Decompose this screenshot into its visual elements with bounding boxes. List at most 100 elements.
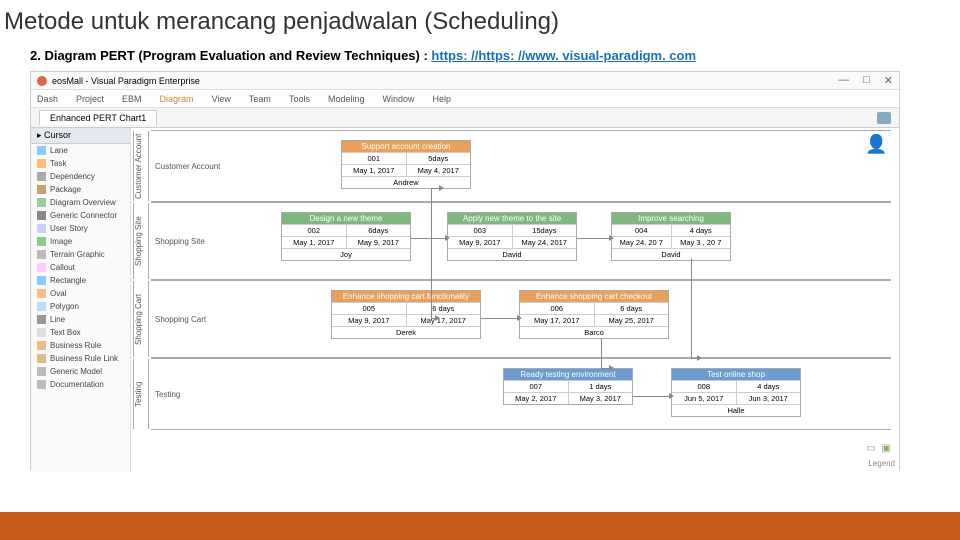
lane-title: Shopping Cart (155, 315, 206, 324)
menu-view[interactable]: View (212, 94, 231, 104)
tool-label: Documentation (50, 380, 104, 389)
fit-icon[interactable]: ▣ (882, 443, 891, 454)
node-start: May 24, 20 7 (612, 237, 672, 248)
tool-lane[interactable]: Lane (31, 144, 130, 157)
tool-task[interactable]: Task (31, 157, 130, 170)
tool-label: Lane (50, 146, 68, 155)
tool-label: Dependency (50, 172, 95, 181)
tool-image[interactable]: Image (31, 235, 130, 248)
node-id: 007 (504, 381, 569, 392)
slide-title: Metode untuk merancang penjadwalan (Sche… (0, 0, 960, 44)
pert-node-n6[interactable]: Enhance shopping cart checkout0066 daysM… (519, 290, 669, 339)
titlebar: eosMall - Visual Paradigm Enterprise — □… (31, 72, 899, 90)
menu-diagram[interactable]: Diagram (160, 94, 194, 104)
tool-generic-connector[interactable]: Generic Connector (31, 209, 130, 222)
tool-icon (37, 159, 46, 168)
node-owner: David (448, 249, 576, 260)
tool-icon (37, 211, 46, 220)
lane-title: Shopping Site (155, 237, 205, 246)
workarea: ▸ Cursor Lane Task Dependency PackageDiagra… (31, 128, 899, 472)
lane-title: Testing (155, 390, 180, 399)
tool-icon (37, 276, 46, 285)
menu-modeling[interactable]: Modeling (328, 94, 365, 104)
node-owner: Derek (332, 327, 480, 338)
tool-label: User Story (50, 224, 88, 233)
pert-node-n1[interactable]: Support account creation0015daysMay 1, 2… (341, 140, 471, 189)
node-id: 006 (520, 303, 595, 314)
pert-node-n4[interactable]: Improve searching0044 daysMay 24, 20 7Ma… (611, 212, 731, 261)
tool-label: Generic Model (50, 367, 102, 376)
tool-polygon[interactable]: Polygon (31, 300, 130, 313)
menu-help[interactable]: Help (433, 94, 452, 104)
node-header: Enhance shopping cart functionality (332, 291, 480, 302)
menu-tools[interactable]: Tools (289, 94, 310, 104)
tool-package[interactable]: Package (31, 183, 130, 196)
node-end: May 9, 2017 (347, 237, 411, 248)
minimize-icon[interactable]: — (838, 74, 849, 87)
tool-label: Text Box (50, 328, 81, 337)
node-header: Improve searching (612, 213, 730, 224)
tool-label: Rectangle (50, 276, 86, 285)
node-duration: 5days (407, 153, 471, 164)
node-end: May 25, 2017 (595, 315, 669, 326)
tool-line[interactable]: Line (31, 313, 130, 326)
tool-dependency[interactable]: Dependency (31, 170, 130, 183)
tool-documentation[interactable]: Documentation (31, 378, 130, 391)
menubar: Dash Project EBM Diagram View Team Tools Modeli… (31, 90, 899, 108)
node-header: Test online shop (672, 369, 800, 380)
tool-callout[interactable]: Callout (31, 261, 130, 274)
tool-diagram-overview[interactable]: Diagram Overview (31, 196, 130, 209)
lane-vertical-label: Testing (133, 359, 149, 429)
tool-rectangle[interactable]: Rectangle (31, 274, 130, 287)
tool-business-rule[interactable]: Business Rule (31, 339, 130, 352)
panel-toggle-icon[interactable] (877, 112, 891, 124)
node-id: 005 (332, 303, 407, 314)
tool-icon (37, 289, 46, 298)
node-id: 002 (282, 225, 347, 236)
menu-project[interactable]: Project (76, 94, 104, 104)
close-icon[interactable]: ✕ (884, 74, 893, 87)
node-duration: 15days (513, 225, 577, 236)
node-owner: Andrew (342, 177, 470, 188)
tool-icon (37, 341, 46, 350)
tool-terrain-graphic[interactable]: Terrain Graphic (31, 248, 130, 261)
maximize-icon[interactable]: □ (863, 74, 870, 87)
tool-text-box[interactable]: Text Box (31, 326, 130, 339)
toolbox-header: ▸ Cursor (31, 128, 130, 144)
tool-icon (37, 380, 46, 389)
tool-label: Polygon (50, 302, 79, 311)
tool-label: Image (50, 237, 72, 246)
menu-team[interactable]: Team (249, 94, 271, 104)
lane-vertical-label: Shopping Cart (133, 281, 149, 357)
legend-label: Legend (868, 459, 895, 468)
menu-window[interactable]: Window (382, 94, 414, 104)
node-end: Jun 3, 2017 (737, 393, 801, 404)
lane-title: Customer Account (155, 162, 220, 171)
tool-generic-model[interactable]: Generic Model (31, 365, 130, 378)
tool-business-rule-link[interactable]: Business Rule Link (31, 352, 130, 365)
node-end: May 17, 2017 (407, 315, 481, 326)
menu-dash[interactable]: Dash (37, 94, 58, 104)
menu-ebm[interactable]: EBM (122, 94, 142, 104)
tool-icon (37, 302, 46, 311)
pert-node-n8[interactable]: Test online shop0084 daysJun 5, 2017Jun … (671, 368, 801, 417)
tool-user-story[interactable]: User Story (31, 222, 130, 235)
tool-icon (37, 354, 46, 363)
pert-node-n5[interactable]: Enhance shopping cart functionality0056 … (331, 290, 481, 339)
pert-node-n3[interactable]: Apply new theme to the site00315daysMay … (447, 212, 577, 261)
tool-oval[interactable]: Oval (31, 287, 130, 300)
diagram-canvas[interactable]: 👤 Customer AccountCustomer AccountShoppi… (131, 128, 899, 472)
window-title: eosMall - Visual Paradigm Enterprise (52, 76, 200, 86)
tab-pert-chart[interactable]: Enhanced PERT Chart1 (39, 110, 157, 125)
tool-label: Terrain Graphic (50, 250, 105, 259)
pert-node-n2[interactable]: Design a new theme0026daysMay 1, 2017May… (281, 212, 411, 261)
zoom-icon[interactable]: ▭ (866, 443, 875, 454)
lane-vertical-label: Customer Account (133, 131, 149, 201)
pert-node-n7[interactable]: Ready testing environment0071 daysMay 2,… (503, 368, 633, 405)
subtitle-link[interactable]: https: //https: //www. visual-paradigm. … (431, 48, 696, 63)
lane-vertical-label: Shopping Site (133, 203, 149, 279)
tool-label: Generic Connector (50, 211, 117, 220)
document-tabs: Enhanced PERT Chart1 (31, 108, 899, 128)
tool-icon (37, 198, 46, 207)
node-header: Apply new theme to the site (448, 213, 576, 224)
